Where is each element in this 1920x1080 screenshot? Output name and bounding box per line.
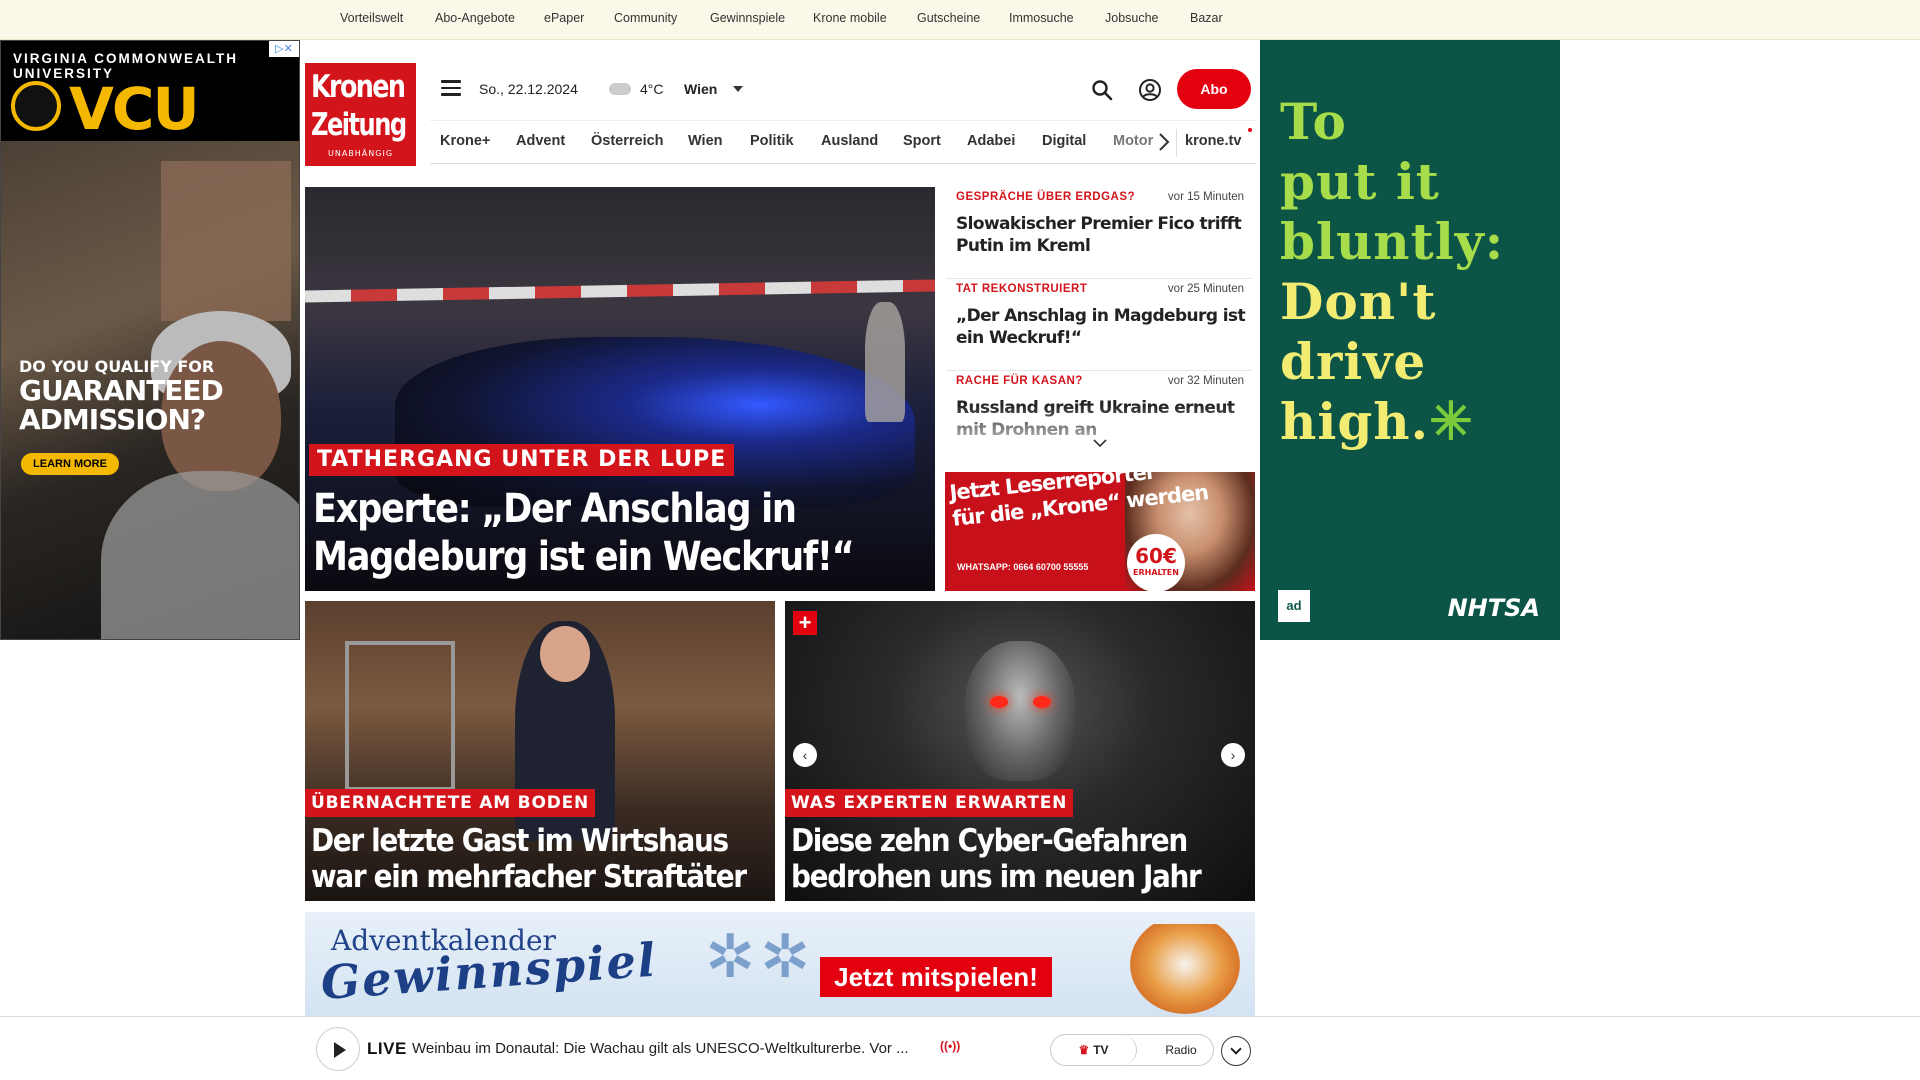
- topnav-krone-mobile[interactable]: Krone mobile: [813, 11, 887, 25]
- vcu-advertisement[interactable]: VIRGINIA COMMONWEALTH UNIVERSITY VCU DO …: [0, 40, 300, 640]
- nhtsa-logo: NHTSA: [1447, 594, 1540, 622]
- temperature: 4°C: [640, 81, 664, 97]
- live-player-bar: LIVE Weinbau im Donautal: Die Wachau gil…: [0, 1016, 1920, 1080]
- live-dot-icon: [1248, 128, 1252, 132]
- teaser-kicker: WAS EXPERTEN ERWARTEN: [785, 789, 1074, 817]
- crown-icon: ♛: [1078, 1043, 1090, 1057]
- ad-council-logo: ad: [1278, 590, 1310, 622]
- carousel-prev-icon[interactable]: ‹: [793, 743, 817, 767]
- nav-ausland[interactable]: Ausland: [821, 133, 878, 149]
- learn-more-button[interactable]: LEARN MORE: [21, 453, 119, 475]
- topnav-gutscheine[interactable]: Gutscheine: [917, 11, 980, 25]
- hero-headline: Experte: „Der Anschlag in Magdeburg ist …: [313, 486, 855, 580]
- leserreporter-promo[interactable]: Jetzt Leserreporter für die „Krone“ werd…: [945, 472, 1255, 591]
- jetzt-mitspielen-button[interactable]: Jetzt mitspielen!: [820, 957, 1052, 997]
- abo-button[interactable]: Abo: [1177, 69, 1251, 109]
- ticker-item[interactable]: TAT REKONSTRUIERT vor 25 Minuten „Der An…: [946, 279, 1252, 371]
- topnav-immosuche[interactable]: Immosuche: [1009, 11, 1074, 25]
- top-service-bar: Vorteilswelt Abo-Angebote ePaper Communi…: [0, 0, 1920, 40]
- menu-icon[interactable]: [441, 80, 461, 98]
- nav-adabei[interactable]: Adabei: [967, 133, 1015, 149]
- ad-choices-close-icon[interactable]: ▷✕: [269, 41, 299, 57]
- ticker-item[interactable]: GESPRÄCHE ÜBER ERDGAS? vor 15 Minuten Sl…: [946, 187, 1252, 279]
- topnav-gewinnspiele[interactable]: Gewinnspiele: [710, 11, 785, 25]
- tv-toggle[interactable]: ♛ TV: [1051, 1035, 1137, 1065]
- media-switch: ♛ TV Radio: [1050, 1034, 1214, 1066]
- broadcast-icon: ((•)): [940, 1039, 961, 1053]
- nav-krone-tv[interactable]: krone.tv: [1185, 133, 1241, 149]
- account-icon[interactable]: [1138, 78, 1162, 102]
- chevron-down-icon[interactable]: [1093, 436, 1107, 450]
- search-icon[interactable]: [1090, 78, 1114, 102]
- topnav-jobsuche[interactable]: Jobsuche: [1105, 11, 1159, 25]
- ad-copy: To put it bluntly: Don't drive high.✳: [1280, 92, 1505, 452]
- live-title[interactable]: Weinbau im Donautal: Die Wachau gilt als…: [412, 1040, 932, 1057]
- nav-motor[interactable]: Motor: [1113, 133, 1153, 149]
- vcu-seal-icon: [11, 81, 61, 131]
- teaser-kicker: ÜBERNACHTETE AM BODEN: [305, 789, 596, 817]
- adventkalender-banner[interactable]: Adventkalender Gewinnspiel ✲ ✲ Jetzt mit…: [305, 912, 1255, 1017]
- expand-chevron-icon[interactable]: [1221, 1036, 1251, 1066]
- topnav-epaper[interactable]: ePaper: [544, 11, 584, 25]
- carousel-next-icon[interactable]: ›: [1221, 743, 1245, 767]
- nav-sport[interactable]: Sport: [903, 133, 941, 149]
- ad-question: DO YOU QUALIFY FOR GUARANTEED ADMISSION?: [19, 357, 224, 437]
- teaser-headline: Diese zehn Cyber-Gefahren bedrohen uns i…: [791, 823, 1202, 895]
- tree-icon: ✲: [760, 923, 811, 990]
- cloud-icon: [609, 83, 631, 95]
- current-date: So., 22.12.2024: [479, 81, 578, 97]
- nav-advent[interactable]: Advent: [516, 133, 565, 149]
- topnav-bazar[interactable]: Bazar: [1190, 11, 1223, 25]
- cannabis-leaf-icon: ✳: [1429, 391, 1474, 452]
- city-selector[interactable]: Wien: [684, 81, 717, 97]
- nav-oesterreich[interactable]: Österreich: [591, 133, 664, 149]
- radio-toggle[interactable]: Radio: [1151, 1035, 1211, 1065]
- topnav-abo-angebote[interactable]: Abo-Angebote: [435, 11, 515, 25]
- nav-krone-plus[interactable]: Krone+: [440, 133, 490, 149]
- teaser-headline: Der letzte Gast im Wirtshaus war ein meh…: [311, 823, 747, 895]
- live-label: LIVE: [367, 1039, 407, 1058]
- whatsapp-number: WHATSAPP: 0664 60700 55555: [957, 562, 1089, 572]
- kronen-zeitung-logo[interactable]: Kronen Zeitung UNABHÄNGIG: [305, 63, 416, 166]
- chevron-down-icon[interactable]: [733, 86, 743, 92]
- chevron-right-icon[interactable]: [1156, 131, 1172, 153]
- hero-article[interactable]: TATHERGANG UNTER DER LUPE Experte: „Der …: [305, 187, 935, 591]
- nhtsa-advertisement[interactable]: To put it bluntly: Don't drive high.✳ ad…: [1260, 40, 1560, 640]
- krone-plus-icon: +: [793, 611, 817, 635]
- nav-digital[interactable]: Digital: [1042, 133, 1086, 149]
- topnav-vorteilswelt[interactable]: Vorteilswelt: [340, 11, 403, 25]
- reward-badge: 60€ ERHALTEN: [1127, 534, 1185, 591]
- play-button[interactable]: [316, 1027, 360, 1071]
- nav-politik[interactable]: Politik: [750, 133, 794, 149]
- fox-mascot: [1130, 924, 1240, 1014]
- teaser-article[interactable]: ÜBERNACHTETE AM BODEN Der letzte Gast im…: [305, 601, 775, 901]
- nav-wien[interactable]: Wien: [688, 133, 723, 149]
- tree-icon: ✲: [705, 923, 756, 990]
- teaser-article[interactable]: + ‹ › WAS EXPERTEN ERWARTEN Diese zehn C…: [785, 601, 1255, 901]
- topnav-community[interactable]: Community: [614, 11, 677, 25]
- main-navigation: Krone+ Advent Österreich Wien Politik Au…: [430, 120, 1256, 164]
- hero-kicker: TATHERGANG UNTER DER LUPE: [309, 444, 735, 476]
- vcu-logo: VCU: [69, 75, 200, 143]
